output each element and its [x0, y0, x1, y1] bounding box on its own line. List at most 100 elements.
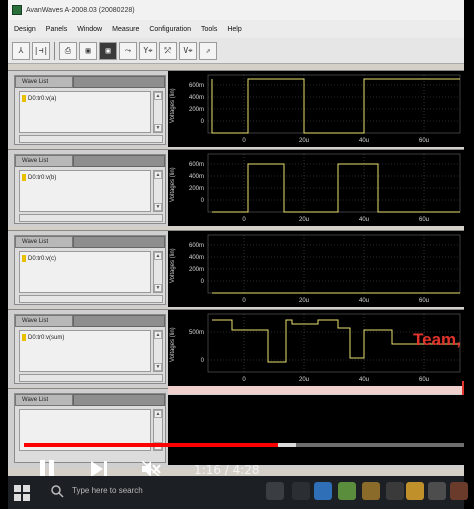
plot-frame	[207, 234, 461, 294]
waveform-plot[interactable]: Voltages (lin) 600m 400m 200m 0 0 20u 40u 60u	[168, 71, 464, 147]
scroll-down-icon[interactable]: ▼	[154, 124, 162, 132]
waveform-trace	[211, 78, 460, 134]
video-progress-fill	[24, 443, 278, 447]
marker-y-icon[interactable]: Y⌖	[139, 41, 157, 60]
wave-list-tab[interactable]: Wave List	[15, 315, 73, 327]
signal-name: D0:tr0:v(b)	[28, 174, 57, 181]
vertical-scrollbar[interactable]: ▲ ▼	[153, 251, 163, 293]
waveform-plot[interactable]: Voltages (lin) 600m 400m 200m 0 0 20u 40u 60u	[168, 150, 464, 226]
wave-list-box: Wave List D0:tr0:v(b) ▲ ▼	[14, 154, 166, 224]
edge-icon[interactable]	[314, 482, 332, 500]
app-grey-icon[interactable]	[428, 482, 446, 500]
wave-list-header-bar	[73, 155, 165, 167]
horizontal-scrollbar[interactable]	[19, 295, 163, 303]
scroll-up-icon[interactable]: ▲	[154, 410, 162, 418]
signal-color-swatch	[22, 95, 26, 102]
menu-measure[interactable]: Measure	[112, 26, 139, 33]
wave-list[interactable]: D0:tr0:v(c)	[19, 251, 151, 293]
menu-tools[interactable]: Tools	[201, 26, 217, 33]
menu-configuration[interactable]: Configuration	[149, 26, 191, 33]
x-tick-label: 0	[242, 298, 246, 304]
wave-list-box: Wave List D0:tr0:v(sum) ▲ ▼	[14, 314, 166, 384]
x-tick-label: 20u	[299, 217, 309, 223]
toolbar-separator	[54, 41, 55, 60]
video-overlay-accent	[462, 381, 464, 395]
search-icon[interactable]	[50, 484, 64, 498]
title-bar: AvanWaves A-2008.03 (20080228)	[8, 0, 464, 20]
wave-list-tab[interactable]: Wave List	[15, 155, 73, 167]
design-icon[interactable]: ⅄	[12, 41, 30, 60]
menu-help[interactable]: Help	[227, 26, 241, 33]
wave-list-header-bar	[73, 236, 165, 248]
signal-color-swatch	[22, 255, 26, 262]
app-dark-icon[interactable]	[386, 482, 404, 500]
x-tick-label: 20u	[299, 377, 309, 383]
probe-icon[interactable]: ⤳	[119, 41, 137, 60]
app-green-icon[interactable]	[338, 482, 356, 500]
scroll-up-icon[interactable]: ▲	[154, 252, 162, 260]
plot-frame	[207, 74, 461, 134]
pointer-icon[interactable]: ⇗	[199, 41, 217, 60]
wave-list[interactable]: D0:tr0:v(b)	[19, 170, 151, 212]
marker-v-icon[interactable]: V⌖	[179, 41, 197, 60]
menu-bar: Design Panels Window Measure Configurati…	[8, 20, 464, 38]
vertical-scrollbar[interactable]: ▲ ▼	[153, 170, 163, 212]
printer-icon[interactable]: ⎙	[59, 41, 77, 60]
wave-list-tab[interactable]: Wave List	[15, 76, 73, 88]
scroll-down-icon[interactable]: ▼	[154, 284, 162, 292]
wave-list-item[interactable]: D0:tr0:v(c)	[22, 255, 56, 262]
horizontal-scrollbar[interactable]	[19, 135, 163, 143]
toolbar: ⅄ |⊣| ⎙ ▣ ▣ ⤳ Y⌖ ⤱ V⌖ ⇗	[8, 38, 464, 64]
app-red-icon[interactable]	[450, 482, 468, 500]
scroll-up-icon[interactable]: ▲	[154, 331, 162, 339]
y-tick-label: 600m	[189, 243, 204, 249]
panel-dark-icon[interactable]: ▣	[99, 41, 117, 60]
wave-list-item[interactable]: D0:tr0:v(a)	[22, 95, 56, 102]
wave-list-item[interactable]: D0:tr0:v(b)	[22, 174, 56, 181]
y-tick-label: 0	[201, 279, 205, 285]
menu-window[interactable]: Window	[77, 26, 102, 33]
horizontal-scrollbar[interactable]	[19, 374, 163, 382]
scroll-down-icon[interactable]: ▼	[154, 363, 162, 371]
wave-list[interactable]: D0:tr0:v(sum)	[19, 330, 151, 372]
wave-panel-1: Wave List D0:tr0:v(a) ▲ ▼ Voltages (lin)…	[8, 70, 464, 148]
vertical-scrollbar[interactable]: ▲ ▼	[153, 91, 163, 133]
app-folder-icon[interactable]	[362, 482, 380, 500]
wave-list-box: Wave List D0:tr0:v(a) ▲ ▼	[14, 75, 166, 145]
x-tick-label: 40u	[359, 298, 369, 304]
video-progress-bar[interactable]	[24, 443, 464, 447]
wave-list-item[interactable]: D0:tr0:v(sum)	[22, 334, 64, 341]
wave-list-tab[interactable]: Wave List	[15, 236, 73, 248]
scroll-down-icon[interactable]: ▼	[154, 203, 162, 211]
y-axis-label: Voltages (lin)	[170, 88, 176, 123]
vertical-scrollbar[interactable]: ▲ ▼	[153, 330, 163, 372]
taskbar-search-input[interactable]: Type here to search	[72, 486, 143, 495]
signal-name: D0:tr0:v(sum)	[28, 334, 65, 341]
y-tick-label: 600m	[189, 83, 204, 89]
menu-design[interactable]: Design	[14, 26, 36, 33]
x-tick-label: 60u	[419, 377, 429, 383]
wave-list-tab[interactable]: Wave List	[15, 394, 73, 406]
waveform-plot[interactable]: Voltages (lin) 600m 400m 200m 0 0 20u 40u 60u	[168, 231, 464, 307]
app-window: AvanWaves A-2008.03 (20080228) Design Pa…	[8, 0, 464, 509]
wave-list[interactable]: D0:tr0:v(a)	[19, 91, 151, 133]
measure-icon[interactable]: |⊣|	[32, 41, 50, 60]
windows-start-icon[interactable]	[14, 485, 30, 501]
y-axis-label: Voltages (lin)	[170, 327, 176, 362]
app-yellow-icon[interactable]	[406, 482, 424, 500]
menu-panels[interactable]: Panels	[46, 26, 67, 33]
y-tick-label: 200m	[189, 186, 204, 192]
video-overlay-text: Team,	[413, 330, 461, 349]
waveform-plot[interactable]	[168, 395, 464, 465]
scroll-up-icon[interactable]: ▲	[154, 92, 162, 100]
panel-icon[interactable]: ▣	[79, 41, 97, 60]
cortana-icon[interactable]	[266, 482, 284, 500]
wave-list-header: Wave List	[15, 76, 165, 88]
task-view-icon[interactable]	[292, 482, 310, 500]
horizontal-scrollbar[interactable]	[19, 214, 163, 222]
video-buffer-fill	[278, 443, 296, 447]
x-tick-label: 0	[242, 377, 246, 383]
marker-x-icon[interactable]: ⤱	[159, 41, 177, 60]
plot-svg: Voltages (lin) 600m 400m 200m 0 0 20u 40u 60u	[170, 153, 461, 223]
scroll-up-icon[interactable]: ▲	[154, 171, 162, 179]
